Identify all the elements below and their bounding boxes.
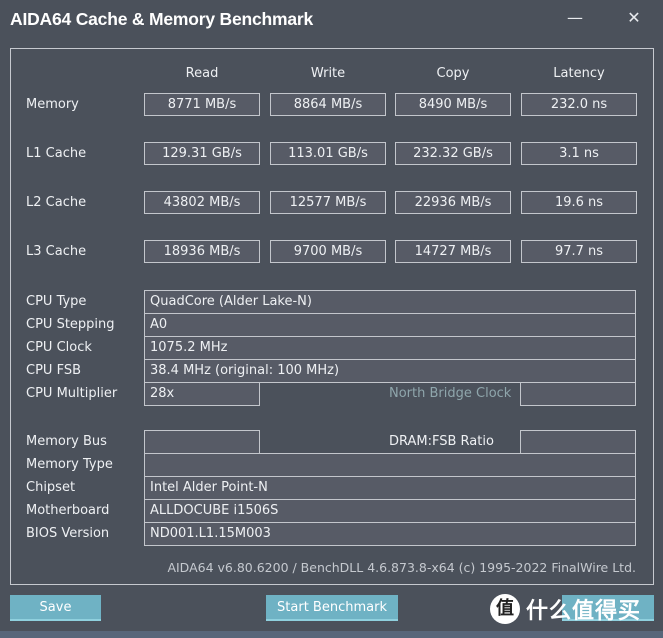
- l3-latency-value: 97.7 ns: [521, 240, 637, 263]
- l2-read-value: 43802 MB/s: [144, 191, 260, 214]
- memory-bus-value: [144, 430, 260, 454]
- row-label: L2 Cache: [26, 195, 87, 210]
- bios-version-label: BIOS Version: [26, 526, 110, 541]
- bios-version-value: ND001.L1.15M003: [144, 522, 636, 546]
- cpu-stepping-label: CPU Stepping: [26, 317, 115, 332]
- l2-write-value: 12577 MB/s: [270, 191, 386, 214]
- l1-copy-value: 232.32 GB/s: [395, 142, 511, 165]
- close-icon[interactable]: ✕: [619, 6, 649, 30]
- memory-write-value: 8864 MB/s: [270, 93, 386, 116]
- l1-read-value: 129.31 GB/s: [144, 142, 260, 165]
- cpu-clock-value: 1075.2 MHz: [144, 336, 636, 360]
- frame-divider: [10, 584, 654, 585]
- l1-latency-value: 3.1 ns: [521, 142, 637, 165]
- chipset-label: Chipset: [26, 480, 76, 495]
- motherboard-label: Motherboard: [26, 503, 110, 518]
- memory-type-value: [144, 453, 636, 477]
- window-title: AIDA64 Cache & Memory Benchmark: [10, 9, 314, 29]
- column-header-write: Write: [310, 66, 346, 81]
- memory-latency-value: 232.0 ns: [521, 93, 637, 116]
- l3-copy-value: 14727 MB/s: [395, 240, 511, 263]
- l3-write-value: 9700 MB/s: [270, 240, 386, 263]
- cpu-type-label: CPU Type: [26, 294, 87, 309]
- save-button[interactable]: Save: [10, 595, 101, 621]
- north-bridge-clock-value: [520, 382, 636, 406]
- chipset-value: Intel Alder Point-N: [144, 476, 636, 500]
- start-benchmark-button[interactable]: Start Benchmark: [266, 595, 398, 621]
- l3-read-value: 18936 MB/s: [144, 240, 260, 263]
- dram-fsb-ratio-value: [520, 430, 636, 454]
- memory-type-label: Memory Type: [26, 457, 113, 472]
- dram-fsb-ratio-label: DRAM:FSB Ratio: [389, 434, 494, 449]
- l2-latency-value: 19.6 ns: [521, 191, 637, 214]
- status-bar: [0, 631, 663, 638]
- cpu-multiplier-value: 28x: [144, 382, 260, 406]
- north-bridge-clock-label: North Bridge Clock: [389, 386, 512, 401]
- cpu-fsb-label: CPU FSB: [26, 363, 81, 378]
- column-header-read: Read: [185, 66, 219, 81]
- l2-copy-value: 22936 MB/s: [395, 191, 511, 214]
- memory-copy-value: 8490 MB/s: [395, 93, 511, 116]
- cpu-multiplier-label: CPU Multiplier: [26, 386, 118, 401]
- cpu-type-value: QuadCore (Alder Lake-N): [144, 290, 636, 314]
- column-header-copy: Copy: [436, 66, 470, 81]
- title-bar: AIDA64 Cache & Memory Benchmark — ✕: [0, 0, 663, 40]
- motherboard-value: ALLDOCUBE i1506S: [144, 499, 636, 523]
- memory-read-value: 8771 MB/s: [144, 93, 260, 116]
- l1-write-value: 113.01 GB/s: [270, 142, 386, 165]
- cpu-fsb-value: 38.4 MHz (original: 100 MHz): [144, 359, 636, 383]
- cpu-stepping-value: A0: [144, 313, 636, 337]
- cpu-clock-label: CPU Clock: [26, 340, 92, 355]
- memory-bus-label: Memory Bus: [26, 434, 107, 449]
- column-header-latency: Latency: [553, 66, 605, 81]
- row-label: L3 Cache: [26, 244, 87, 259]
- watermark-logo-icon: 值: [490, 594, 520, 624]
- row-label: L1 Cache: [26, 146, 87, 161]
- version-footer: AIDA64 v6.80.6200 / BenchDLL 4.6.873.8-x…: [167, 560, 636, 575]
- close-button[interactable]: [562, 595, 654, 621]
- minimize-icon[interactable]: —: [560, 6, 590, 30]
- row-label: Memory: [26, 97, 79, 112]
